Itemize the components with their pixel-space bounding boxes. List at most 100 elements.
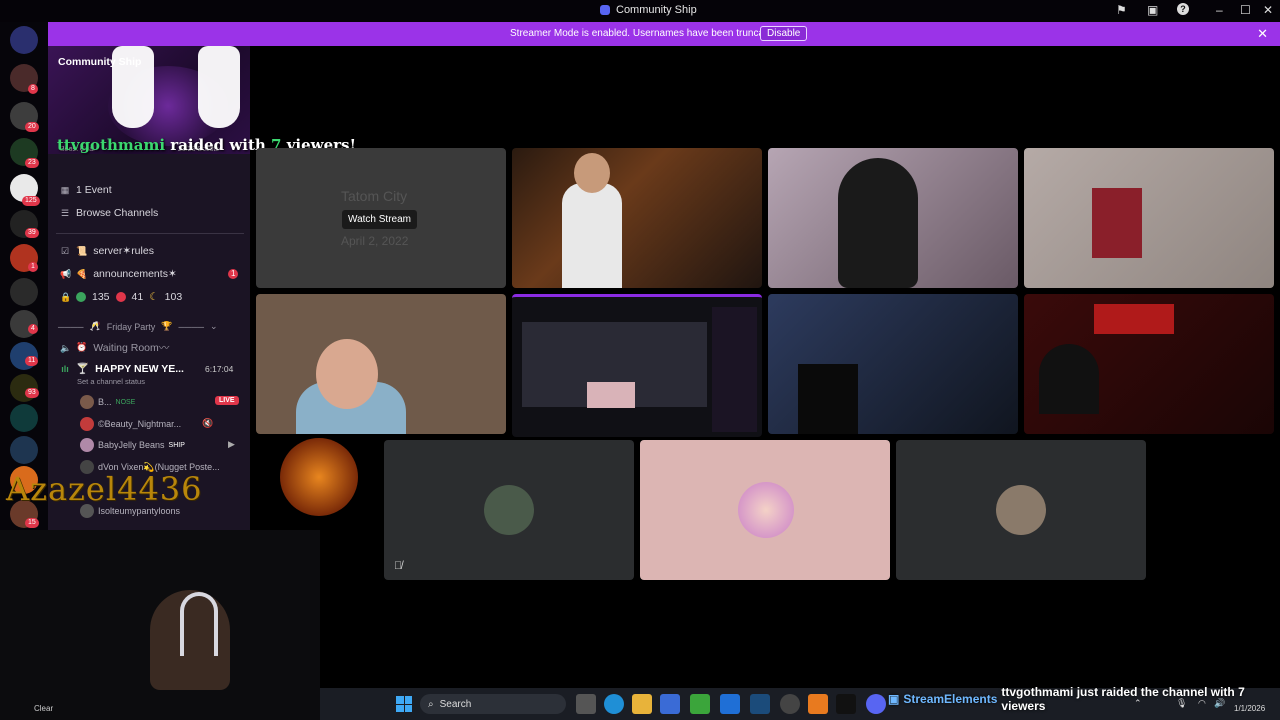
megaphone-icon: 📢 bbox=[60, 269, 72, 279]
server-icon[interactable] bbox=[10, 404, 38, 432]
help-icon[interactable]: ? bbox=[1177, 3, 1189, 15]
window-title: Community Ship bbox=[600, 4, 697, 16]
streamer-figure bbox=[1039, 344, 1099, 414]
obs-icon[interactable] bbox=[780, 694, 800, 714]
app-icon[interactable] bbox=[808, 694, 828, 714]
voice-timer: 6:17:04 bbox=[205, 364, 234, 374]
avatar bbox=[80, 417, 94, 431]
voice-user[interactable]: ©Beauty_Nightmar... bbox=[80, 417, 181, 431]
start-button[interactable] bbox=[396, 696, 412, 712]
taskbar-search[interactable]: ⌕ Search bbox=[420, 694, 566, 714]
set-channel-status[interactable]: Set a channel status bbox=[77, 377, 145, 386]
lock-icon: 🔒 bbox=[60, 292, 72, 302]
stream-tile[interactable] bbox=[1024, 148, 1274, 288]
stream-tile[interactable]: Tatom City April 2, 2022 Watch Stream bbox=[256, 148, 506, 288]
server-badge: 8 bbox=[28, 84, 38, 94]
channel-counters[interactable]: 🔒 135 41 ☾ 103 bbox=[60, 291, 182, 303]
stream-tile[interactable] bbox=[768, 294, 1018, 434]
list-icon: ☰ bbox=[60, 208, 70, 218]
stream-tile[interactable] bbox=[512, 294, 762, 437]
stream-tile[interactable] bbox=[256, 294, 506, 434]
channel-announcements[interactable]: 📢 🍕 announcements✶ bbox=[60, 268, 177, 280]
avatar bbox=[80, 395, 94, 409]
app-icon[interactable] bbox=[720, 694, 740, 714]
maximize-button[interactable]: ☐ bbox=[1240, 3, 1251, 17]
category-friday-party[interactable]: ──── 🥂 Friday Party 🏆 ──── ⌄ bbox=[58, 321, 218, 332]
server-name[interactable]: Community Ship bbox=[58, 56, 141, 68]
task-view-icon[interactable] bbox=[576, 694, 596, 714]
speaker-icon: 🔈 bbox=[60, 342, 72, 353]
taskbar-date[interactable]: 1/1/2026 bbox=[1234, 704, 1265, 713]
window-titlebar: Community Ship ⚑ ▣ ? – ☐ ✕ bbox=[0, 0, 1280, 22]
avatar bbox=[738, 482, 794, 538]
muted-icon: 🎙̸ bbox=[394, 560, 403, 572]
screen-share-icon[interactable]: ▣ bbox=[1147, 3, 1158, 17]
volume-icon[interactable]: 🔊 bbox=[1214, 698, 1225, 709]
muted-icon: 🔇 bbox=[202, 418, 214, 428]
facecam bbox=[0, 530, 320, 720]
streamer-face bbox=[316, 339, 378, 409]
streamer-mode-banner: Streamer Mode is enabled. Usernames have… bbox=[48, 22, 1280, 46]
events-item[interactable]: ▦ 1 Event bbox=[60, 184, 112, 196]
stream-tile[interactable] bbox=[768, 148, 1018, 288]
server-badge: 125 bbox=[22, 196, 40, 206]
streamelements-logo-icon: ▣ bbox=[888, 692, 900, 706]
cocktail-icon: 🍸 bbox=[76, 363, 90, 375]
streamer-face bbox=[574, 153, 610, 193]
search-icon: ⌕ bbox=[428, 698, 434, 710]
server-badge: 11 bbox=[25, 356, 39, 366]
close-icon[interactable]: ✕ bbox=[1257, 26, 1268, 42]
disable-streamer-mode-button[interactable]: Disable bbox=[760, 26, 808, 41]
participant-tile[interactable]: 🎙̸ bbox=[384, 440, 634, 580]
no-entry-icon bbox=[115, 292, 126, 302]
minecraft-icon[interactable] bbox=[690, 694, 710, 714]
channel-voice-active[interactable]: ılı 🍸 HAPPY NEW YE... bbox=[60, 362, 184, 376]
voice-active-icon: ılı bbox=[61, 363, 69, 374]
streamer-figure bbox=[562, 183, 622, 288]
emblem-logo bbox=[280, 438, 358, 516]
steam-icon[interactable] bbox=[750, 694, 770, 714]
voice-user[interactable]: B... NOSE bbox=[80, 395, 135, 409]
channel-waiting-room[interactable]: 🔈 ⏰ Waiting Room〰 bbox=[60, 340, 169, 355]
stream-tile[interactable] bbox=[1024, 294, 1274, 434]
server-icon[interactable] bbox=[10, 278, 38, 306]
server-icon[interactable] bbox=[10, 436, 38, 464]
stream-tile[interactable] bbox=[512, 148, 762, 288]
participant-tile[interactable] bbox=[640, 440, 890, 580]
inbox-flag-icon[interactable]: ⚑ bbox=[1116, 3, 1127, 17]
participant-tile[interactable] bbox=[896, 440, 1146, 580]
minimize-button[interactable]: – bbox=[1216, 3, 1223, 17]
channel-rules[interactable]: ☑ 📜 server✶rules bbox=[60, 245, 154, 257]
pizza-icon: 🍕 bbox=[76, 268, 88, 279]
chevron-up-icon[interactable]: ⌃ bbox=[1134, 698, 1142, 709]
wifi-icon[interactable]: ◠ bbox=[1198, 698, 1206, 709]
home-icon[interactable] bbox=[10, 26, 38, 54]
store-icon[interactable] bbox=[660, 694, 680, 714]
clock-icon: ⏰ bbox=[76, 342, 88, 352]
headphones-icon bbox=[180, 592, 218, 656]
avatar bbox=[996, 485, 1046, 535]
overlay-name: Azazel4436 bbox=[6, 470, 203, 508]
server-badge: 93 bbox=[25, 388, 39, 398]
live-badge: LIVE bbox=[215, 396, 239, 405]
server-badge: 15 bbox=[25, 518, 39, 528]
scroll-icon: 📜 bbox=[76, 245, 88, 256]
avatar bbox=[484, 485, 534, 535]
discord-icon[interactable] bbox=[866, 694, 886, 714]
server-badge: 1 bbox=[28, 262, 38, 272]
calendar-icon: ▦ bbox=[60, 185, 70, 195]
close-window-button[interactable]: ✕ bbox=[1263, 3, 1273, 17]
camera-icon: ▶ bbox=[228, 439, 235, 449]
server-badge: 23 bbox=[25, 158, 39, 168]
file-explorer-icon[interactable] bbox=[632, 694, 652, 714]
discord-logo-icon bbox=[600, 5, 610, 15]
voice-user[interactable]: BabyJelly Beans SHIP bbox=[80, 438, 185, 452]
wall-poster bbox=[1092, 188, 1142, 258]
tiktok-icon[interactable] bbox=[836, 694, 856, 714]
watch-stream-button[interactable]: Watch Stream bbox=[342, 210, 417, 229]
microphone-icon[interactable]: 🎙 bbox=[1176, 698, 1187, 709]
trophy-icon: 🏆 bbox=[161, 321, 173, 331]
browse-channels-item[interactable]: ☰ Browse Channels bbox=[60, 207, 158, 219]
edge-icon[interactable] bbox=[604, 694, 624, 714]
checkbox-icon: ☑ bbox=[60, 246, 70, 256]
